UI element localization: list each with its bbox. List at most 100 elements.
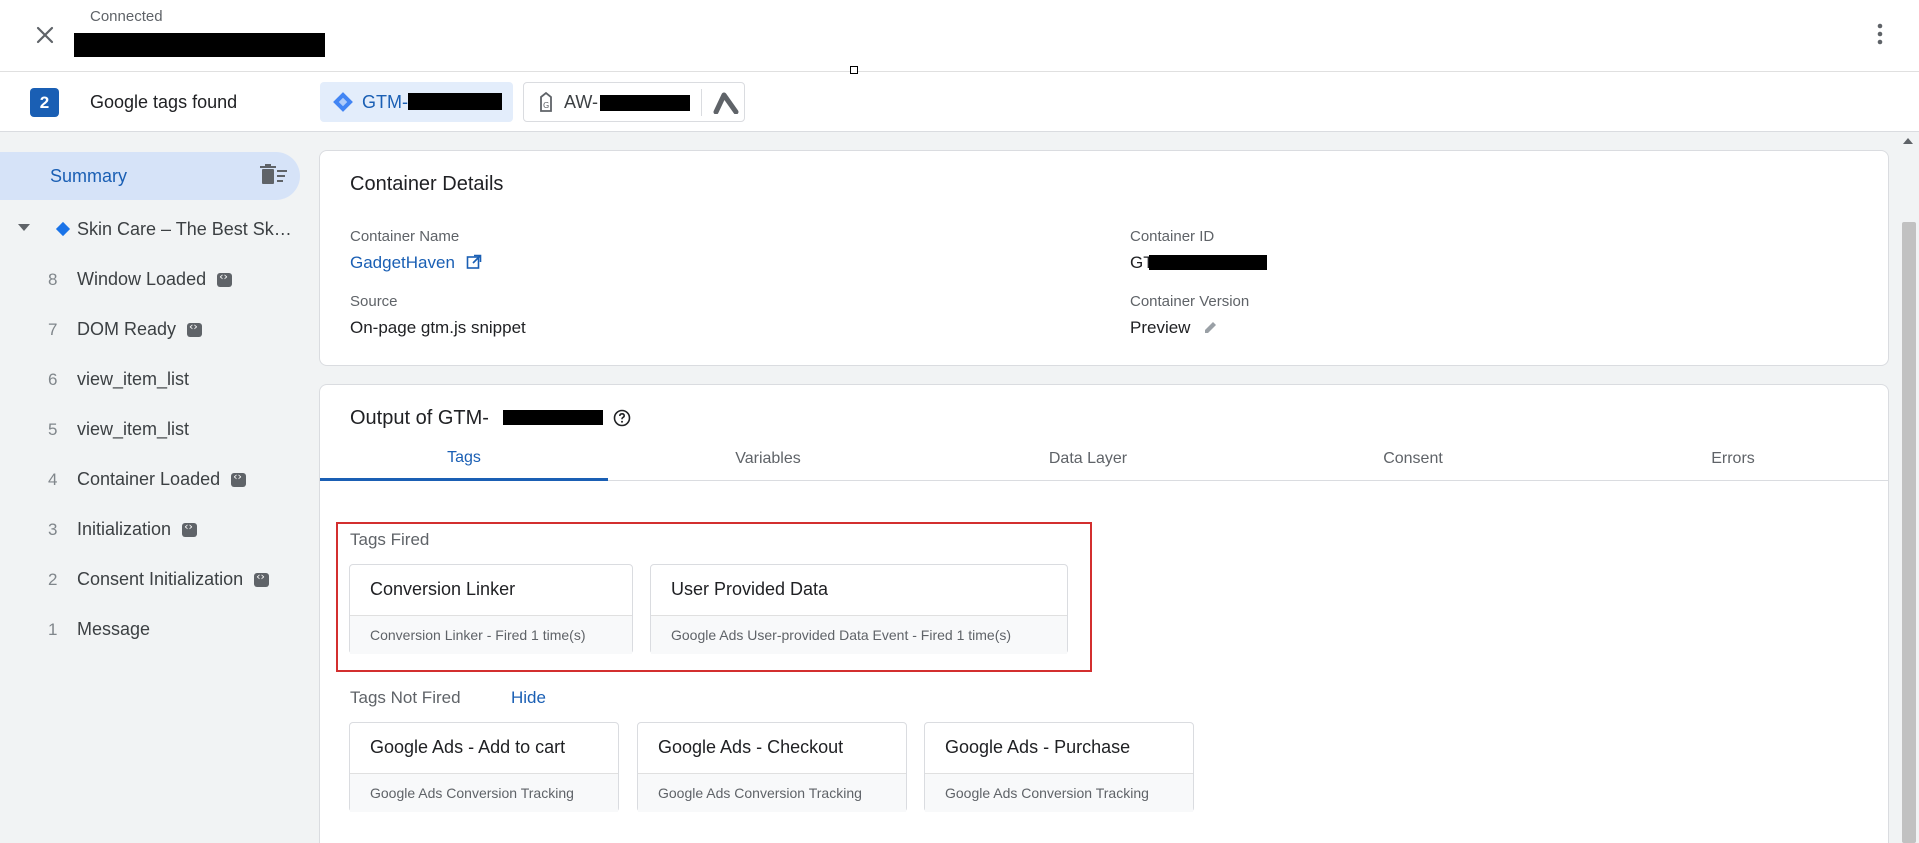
sidebar-item-summary[interactable]: Summary	[0, 152, 300, 200]
clear-messages-icon[interactable]	[260, 164, 288, 186]
event-label: Container Loaded	[77, 469, 221, 489]
code-icon	[182, 520, 198, 537]
event-number: 6	[48, 370, 58, 389]
version-text: Preview	[1130, 318, 1191, 337]
sidebar: Summary Skin Care – The Best Sk… 8 Windo…	[0, 132, 308, 843]
container-id-label: Container ID	[1130, 228, 1215, 245]
event-label: Window Loaded	[77, 269, 207, 289]
tab-tags[interactable]: Tags	[320, 437, 608, 481]
svg-text:G: G	[543, 101, 549, 110]
tag-name: Google Ads - Checkout	[658, 737, 844, 757]
top-bar: Connected	[0, 0, 1919, 72]
chevron-down-icon[interactable]	[18, 224, 30, 232]
chip-divider	[701, 89, 702, 116]
event-label: view_item_list	[77, 419, 190, 439]
event-label: Message	[77, 619, 151, 639]
redacted-aw-id	[600, 95, 690, 111]
sidebar-event-container-loaded[interactable]: 4 Container Loaded	[0, 462, 300, 498]
gtm-container-chip[interactable]: GTM-	[320, 82, 513, 122]
container-name-link[interactable]: GadgetHaven	[350, 253, 482, 273]
tab-errors[interactable]: Errors	[1578, 437, 1888, 481]
tab-consent[interactable]: Consent	[1248, 437, 1578, 481]
tag-card-google-ads-purchase[interactable]: Google Ads - Purchase Google Ads Convers…	[924, 722, 1194, 812]
google-tag-icon: G	[540, 91, 552, 112]
more-options-icon[interactable]	[1866, 16, 1894, 52]
tag-detail: Google Ads Conversion Tracking	[370, 785, 574, 801]
sidebar-event-view-item-list-6[interactable]: 6 view_item_list	[0, 362, 300, 398]
event-number: 1	[48, 620, 58, 639]
container-name-value: GadgetHaven	[350, 253, 455, 272]
tag-detail: Conversion Linker - Fired 1 time(s)	[370, 627, 586, 643]
source-label: Source	[350, 293, 398, 310]
tag-name: Conversion Linker	[370, 579, 516, 599]
tag-card-conversion-linker[interactable]: Conversion Linker Conversion Linker - Fi…	[349, 564, 633, 654]
tag-card-google-ads-add-to-cart[interactable]: Google Ads - Add to cart Google Ads Conv…	[349, 722, 619, 812]
tag-name: Google Ads - Add to cart	[370, 737, 566, 757]
redacted-container-id	[1149, 255, 1267, 270]
tags-not-fired-label: Tags Not Fired	[350, 688, 461, 707]
tag-name: User Provided Data	[671, 579, 829, 599]
page-title-label: Skin Care – The Best Sk…	[77, 219, 292, 239]
ads-container-chip[interactable]: G AW-	[523, 82, 745, 122]
close-icon[interactable]	[28, 18, 62, 52]
tags-found-label: Google tags found	[90, 92, 238, 112]
tag-detail: Google Ads User-provided Data Event - Fi…	[671, 627, 1012, 643]
connection-status: Connected	[90, 8, 163, 25]
google-ads-logo-icon	[713, 92, 739, 114]
sidebar-event-message[interactable]: 1 Message	[0, 612, 300, 648]
tag-detail: Google Ads Conversion Tracking	[945, 785, 1149, 801]
output-tabs: Tags Variables Data Layer Consent Errors	[320, 437, 1888, 481]
help-icon[interactable]	[613, 409, 631, 427]
container-version-label: Container Version	[1130, 293, 1250, 310]
scroll-up-arrow-icon[interactable]	[1903, 138, 1913, 144]
container-details-title: Container Details	[350, 173, 504, 195]
event-label: Initialization	[77, 519, 172, 539]
code-icon	[231, 470, 247, 487]
redacted-url	[74, 33, 325, 57]
sidebar-event-consent-initialization[interactable]: 2 Consent Initialization	[0, 562, 300, 598]
tag-count-badge: 2	[30, 88, 59, 117]
gtm-logo-icon	[333, 92, 353, 112]
open-in-new-icon	[466, 254, 481, 269]
code-icon	[187, 320, 203, 337]
event-number: 4	[48, 470, 58, 489]
source-value: On-page gtm.js snippet	[350, 318, 526, 337]
edit-pencil-icon[interactable]	[1203, 319, 1219, 335]
aw-chip-label: AW-	[564, 91, 598, 112]
sidebar-event-view-item-list-5[interactable]: 5 view_item_list	[0, 412, 300, 448]
hide-link[interactable]: Hide	[511, 688, 546, 708]
tags-fired-label: Tags Fired	[350, 530, 430, 549]
summary-label: Summary	[50, 166, 128, 186]
tag-detail-footer: Google Ads Conversion Tracking	[925, 773, 1193, 812]
tag-detail-footer: Google Ads Conversion Tracking	[638, 773, 906, 812]
gtm-diamond-icon	[55, 221, 71, 237]
sidebar-event-initialization[interactable]: 3 Initialization	[0, 512, 300, 548]
sidebar-event-window-loaded[interactable]: 8 Window Loaded	[0, 262, 300, 298]
redacted-output-id	[503, 410, 603, 425]
code-icon	[217, 270, 233, 287]
tab-variables[interactable]: Variables	[608, 437, 928, 481]
tag-card-google-ads-checkout[interactable]: Google Ads - Checkout Google Ads Convers…	[637, 722, 907, 812]
tag-detail-footer: Google Ads User-provided Data Event - Fi…	[651, 615, 1067, 654]
tag-name: Google Ads - Purchase	[945, 737, 1131, 757]
scrollbar-thumb[interactable]	[1902, 222, 1916, 843]
tab-data-layer[interactable]: Data Layer	[928, 437, 1248, 481]
event-number: 2	[48, 570, 58, 589]
tag-detail-footer: Conversion Linker - Fired 1 time(s)	[350, 615, 632, 654]
sidebar-event-dom-ready[interactable]: 7 DOM Ready	[0, 312, 300, 348]
event-number: 3	[48, 520, 58, 539]
code-icon	[254, 570, 270, 587]
event-number: 8	[48, 270, 58, 289]
container-version-value: Preview	[1130, 318, 1219, 338]
event-label: DOM Ready	[77, 319, 177, 339]
redacted-gtm-id	[408, 93, 502, 110]
event-number: 7	[48, 320, 58, 339]
container-name-label: Container Name	[350, 228, 460, 245]
sidebar-page-item[interactable]: Skin Care – The Best Sk…	[0, 212, 300, 248]
event-label: view_item_list	[77, 369, 190, 389]
debug-marker	[850, 66, 858, 74]
event-number: 5	[48, 420, 58, 439]
tag-card-user-provided-data[interactable]: User Provided Data Google Ads User-provi…	[650, 564, 1068, 654]
output-title: Output of GTM-	[350, 407, 489, 430]
container-details-card: Container Details Container Name GadgetH…	[319, 150, 1889, 366]
